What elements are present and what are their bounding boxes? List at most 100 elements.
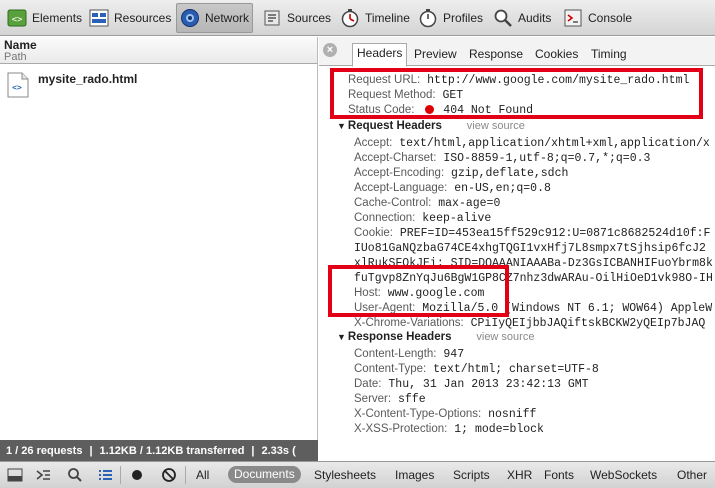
request-list-panel: Name Path <> mysite_rado.html bbox=[0, 37, 318, 440]
request-header-row: Accept-Charset: ISO-8859-1,utf-8;q=0.7,*… bbox=[354, 151, 650, 166]
tab-headers[interactable]: Headers bbox=[352, 43, 408, 67]
response-header-row: X-XSS-Protection: 1; mode=block bbox=[354, 422, 544, 437]
svg-text:<>: <> bbox=[12, 15, 23, 25]
tab-network[interactable]: Network bbox=[176, 3, 254, 33]
tab-label: Elements bbox=[32, 11, 83, 25]
svg-text:<>: <> bbox=[12, 83, 22, 92]
column-title-name: Name bbox=[4, 38, 37, 52]
filter-other[interactable]: Other bbox=[671, 467, 713, 484]
request-count: 1 / 26 requests bbox=[6, 444, 83, 457]
header-value: text/html,application/xhtml+xml,applicat… bbox=[399, 137, 710, 150]
response-header-row: Date: Thu, 31 Jan 2013 23:42:13 GMT bbox=[354, 377, 589, 392]
tab-profiles[interactable]: Profiles bbox=[415, 3, 486, 33]
view-source-link[interactable]: view source bbox=[476, 331, 534, 343]
tab-label: Sources bbox=[287, 11, 332, 25]
network-summary-bar: 1 / 26 requests | 1.12KB / 1.12KB transf… bbox=[0, 440, 318, 461]
tab-label: Timeline bbox=[365, 11, 410, 25]
network-icon bbox=[180, 8, 200, 28]
request-header-row: Connection: keep-alive bbox=[354, 211, 491, 226]
header-value: en-US,en;q=0.8 bbox=[454, 182, 551, 195]
name-column-header[interactable]: Name Path bbox=[0, 37, 317, 64]
load-time: 2.33s ( bbox=[261, 444, 296, 457]
header-value: keep-alive bbox=[422, 212, 492, 225]
tab-audits[interactable]: Audits bbox=[490, 3, 554, 33]
filter-fonts[interactable]: Fonts bbox=[538, 467, 580, 484]
tab-resources[interactable]: Resources bbox=[86, 3, 174, 33]
header-key: X-Chrome-Variations: bbox=[354, 317, 464, 329]
resources-icon bbox=[89, 8, 109, 28]
dock-icon[interactable] bbox=[4, 465, 26, 485]
console-drawer-icon[interactable] bbox=[32, 465, 54, 485]
expand-triangle-icon: ▼ bbox=[337, 332, 346, 342]
large-rows-icon[interactable] bbox=[94, 465, 116, 485]
console-icon bbox=[563, 8, 583, 28]
header-key: Content-Type: bbox=[354, 363, 427, 375]
audits-icon bbox=[493, 8, 513, 28]
devtools-window: <> Elements Resources Network Sources Ti… bbox=[0, 0, 715, 488]
record-icon[interactable] bbox=[126, 465, 148, 485]
filter-xhr[interactable]: XHR bbox=[501, 467, 538, 484]
tab-preview[interactable]: Preview bbox=[410, 45, 461, 66]
header-key: Accept: bbox=[354, 137, 393, 149]
view-source-link[interactable]: view source bbox=[467, 120, 525, 132]
request-header-row: Cookie: PREF=ID=453ea15ff529c912:U=0871c… bbox=[354, 226, 710, 241]
filter-images[interactable]: Images bbox=[389, 467, 440, 484]
bottom-toolbar: All Documents Stylesheets Images Scripts XHR F… bbox=[0, 461, 715, 488]
search-icon[interactable] bbox=[64, 465, 86, 485]
request-name: mysite_rado.html bbox=[38, 72, 138, 86]
request-header-row: X-Chrome-Variations: CPiIyQEIjbbJAQiftsk… bbox=[354, 316, 705, 331]
header-key: Connection: bbox=[354, 212, 416, 224]
response-header-row: X-Content-Type-Options: nosniff bbox=[354, 407, 536, 422]
request-headers-section[interactable]: ▼ Request Headers view source bbox=[337, 119, 525, 134]
header-value: ISO-8859-1,utf-8;q=0.7,*;q=0.3 bbox=[443, 152, 651, 165]
header-value: PREF=ID=453ea15ff529c912:U=0871c8682524d… bbox=[399, 227, 711, 240]
tab-timing[interactable]: Timing bbox=[587, 45, 631, 66]
tab-sources[interactable]: Sources bbox=[259, 3, 334, 33]
header-key: Content-Length: bbox=[354, 348, 437, 360]
close-icon[interactable]: × bbox=[323, 43, 337, 57]
header-value: text/html; charset=UTF-8 bbox=[433, 363, 599, 376]
tab-cookies[interactable]: Cookies bbox=[531, 45, 582, 66]
sources-icon bbox=[262, 8, 282, 28]
header-key: Date: bbox=[354, 378, 382, 390]
filter-websockets[interactable]: WebSockets bbox=[584, 467, 663, 484]
expand-triangle-icon: ▼ bbox=[337, 121, 346, 131]
header-value: 947 bbox=[443, 348, 465, 361]
tab-label: Resources bbox=[114, 11, 172, 25]
header-key: Cookie: bbox=[354, 227, 393, 239]
header-value: nosniff bbox=[488, 408, 537, 421]
filter-documents[interactable]: Documents bbox=[228, 466, 301, 483]
tab-response[interactable]: Response bbox=[465, 45, 527, 66]
filter-scripts[interactable]: Scripts bbox=[447, 467, 496, 484]
tab-console[interactable]: Console bbox=[560, 3, 635, 33]
header-value: sffe bbox=[397, 393, 426, 406]
elements-icon: <> bbox=[7, 8, 27, 28]
request-row[interactable]: <> mysite_rado.html bbox=[0, 66, 317, 104]
details-tabbar: × Headers Preview Response Cookies Timin… bbox=[319, 37, 715, 67]
cookie-value-line: IUo81GaNQzbaG74CE4xhgTQGI1vxHfj7L8smpx7t… bbox=[354, 242, 706, 255]
header-key: X-Content-Type-Options: bbox=[354, 408, 482, 420]
tab-elements[interactable]: <> Elements bbox=[4, 3, 85, 33]
response-headers-section[interactable]: ▼ Response Headers view source bbox=[337, 330, 534, 345]
header-value: CPiIyQEIjbbJAQiftskBCKW2yQEIp7bJAQ bbox=[470, 317, 706, 330]
panel-toolbar: <> Elements Resources Network Sources Ti… bbox=[0, 0, 715, 36]
header-key: Accept-Language: bbox=[354, 182, 448, 194]
filter-stylesheets[interactable]: Stylesheets bbox=[308, 467, 382, 484]
column-subtitle-path: Path bbox=[4, 51, 27, 63]
tab-label: Audits bbox=[518, 11, 552, 25]
highlight-box-host bbox=[328, 265, 509, 317]
highlight-box-general bbox=[330, 68, 703, 119]
filter-all[interactable]: All bbox=[190, 467, 215, 484]
header-key: Accept-Charset: bbox=[354, 152, 437, 164]
tab-timeline[interactable]: Timeline bbox=[337, 3, 413, 33]
response-header-row: Content-Type: text/html; charset=UTF-8 bbox=[354, 362, 599, 377]
clear-icon[interactable] bbox=[158, 465, 180, 485]
tab-label: Profiles bbox=[443, 11, 484, 25]
timeline-icon bbox=[340, 8, 360, 28]
header-key: Server: bbox=[354, 393, 392, 405]
html-file-icon: <> bbox=[6, 72, 30, 98]
tab-label: Console bbox=[588, 11, 633, 25]
request-header-row: Accept: text/html,application/xhtml+xml,… bbox=[354, 136, 710, 151]
header-key: X-XSS-Protection: bbox=[354, 423, 448, 435]
transferred-size: 1.12KB / 1.12KB transferred bbox=[99, 444, 245, 457]
